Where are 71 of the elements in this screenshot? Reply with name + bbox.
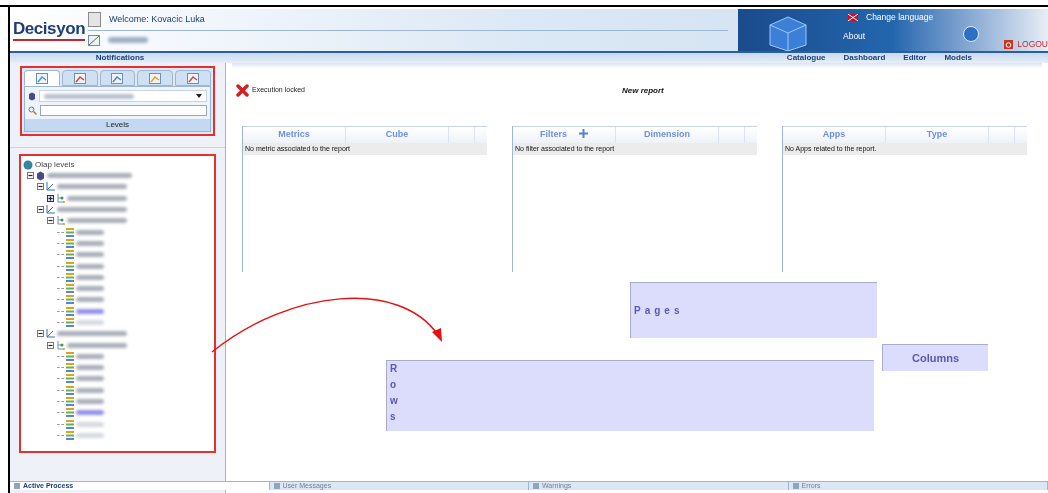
axes-icon xyxy=(46,182,55,192)
status-icon xyxy=(14,483,20,489)
hierarchy-icon xyxy=(56,340,65,350)
globe-icon xyxy=(23,159,33,170)
power-icon xyxy=(1004,39,1014,49)
cross-icon xyxy=(236,84,249,97)
toggle-icon[interactable] xyxy=(47,217,54,225)
redacted-label xyxy=(57,207,127,213)
redacted-label xyxy=(57,184,127,190)
panel-tab[interactable] xyxy=(61,70,98,86)
level-icon xyxy=(66,318,74,327)
tree-root-label: Olap levels xyxy=(35,158,75,171)
add-icon[interactable] xyxy=(579,128,588,138)
chart-icon xyxy=(73,72,86,84)
panel-tab[interactable] xyxy=(137,70,174,86)
axes-icon xyxy=(46,329,55,339)
nav-link[interactable]: Dashboard xyxy=(843,52,886,64)
zone-label: Columns xyxy=(911,350,960,366)
search-field[interactable] xyxy=(40,105,207,116)
panel-tab[interactable] xyxy=(24,70,60,86)
cube-icon xyxy=(766,15,810,51)
toggle-icon[interactable] xyxy=(37,183,44,191)
cube-icon xyxy=(28,91,36,101)
toggle-icon[interactable] xyxy=(27,172,34,180)
report-title: New report xyxy=(622,85,664,97)
toggle-icon[interactable] xyxy=(37,206,44,214)
axes-icon xyxy=(46,205,55,215)
column-header: Cube xyxy=(385,128,409,142)
notifications-label: Notifications xyxy=(94,52,146,64)
toggle-icon[interactable] xyxy=(47,341,54,349)
logo: Decisyon xyxy=(12,19,86,41)
flag-icon xyxy=(848,13,858,21)
toggle-icon[interactable] xyxy=(47,194,54,202)
redacted-label xyxy=(67,342,127,348)
hierarchy-icon xyxy=(56,193,65,203)
nav-link[interactable]: Editor xyxy=(903,52,927,64)
column-header: Filters xyxy=(540,128,567,142)
logout-link[interactable]: LOGOU xyxy=(1017,38,1048,51)
column-header: Apps xyxy=(822,128,846,142)
status-icon xyxy=(273,483,280,489)
panel-tab[interactable] xyxy=(175,70,211,86)
search-icon xyxy=(28,106,37,115)
chart-icon xyxy=(35,72,48,84)
toggle-icon[interactable] xyxy=(37,330,44,338)
column-header: Metrics xyxy=(278,128,310,142)
cube-icon xyxy=(36,170,45,181)
change-language-link[interactable]: Change language xyxy=(866,11,934,24)
panel-tab[interactable] xyxy=(99,70,136,86)
dropdown-caret-icon xyxy=(196,94,202,98)
redacted-label xyxy=(67,195,127,201)
levels-label: Levels xyxy=(25,119,210,131)
redacted-label xyxy=(67,218,127,224)
about-link[interactable]: About xyxy=(843,30,866,43)
chart-icon xyxy=(111,72,124,84)
column-header: Dimension xyxy=(644,128,690,142)
chart-icon xyxy=(187,72,200,84)
nav-link[interactable]: Models xyxy=(944,52,972,64)
welcome-text: Welcome: Kovacic Luka xyxy=(109,12,205,26)
redacted-label xyxy=(57,331,127,337)
zone-label: Pages xyxy=(634,304,684,318)
status-icon xyxy=(792,483,799,489)
column-header: Type xyxy=(926,128,948,142)
chart-icon xyxy=(88,34,100,46)
zone-label: Rows xyxy=(390,362,399,424)
user-icon xyxy=(88,12,101,27)
redacted-label xyxy=(108,37,148,43)
level-icon xyxy=(66,351,74,361)
nav-link[interactable]: Catalogue xyxy=(786,52,826,64)
hierarchy-icon xyxy=(56,216,65,226)
chart-icon xyxy=(149,72,162,84)
status-icon xyxy=(533,483,539,489)
